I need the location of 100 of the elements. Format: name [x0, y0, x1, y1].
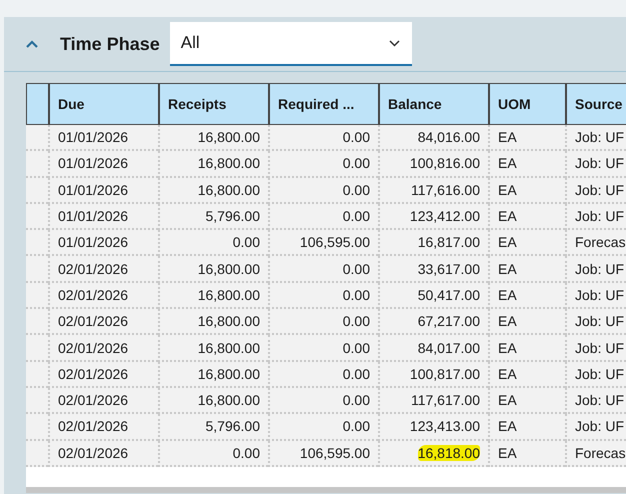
row-selector[interactable]: [26, 414, 48, 441]
table-cell: 16,800.00: [158, 388, 268, 414]
table-cell: 67,217.00: [378, 309, 488, 336]
table-cell: Job: UF: [565, 204, 626, 230]
table-cell: EA: [488, 362, 565, 388]
column-header[interactable]: UOM: [488, 83, 565, 125]
table-cell: 01/01/2026: [48, 230, 158, 256]
row-selector[interactable]: [26, 309, 48, 336]
table-cell: Job: UF: [565, 256, 626, 283]
table-cell: 01/01/2026: [48, 125, 158, 152]
table-cell: 16,800.00: [158, 362, 268, 388]
table-cell: Job: UF: [565, 388, 626, 414]
table-cell: 0.00: [268, 151, 378, 178]
table-cell: 02/01/2026: [48, 335, 158, 362]
table-cell: 16,800.00: [158, 151, 268, 178]
column-header[interactable]: Balance: [378, 83, 488, 125]
column-header[interactable]: Due: [48, 83, 158, 125]
table-cell: 0.00: [268, 178, 378, 204]
section-title: Time Phase: [60, 34, 160, 54]
row-selector[interactable]: [26, 440, 48, 467]
table-cell: 02/01/2026: [48, 440, 158, 467]
table-cell: 02/01/2026: [48, 256, 158, 283]
table-cell: 01/01/2026: [48, 151, 158, 178]
table-cell: 0.00: [268, 125, 378, 152]
column-header[interactable]: Source: [565, 83, 626, 125]
table-cell: 0.00: [158, 230, 268, 256]
row-selector[interactable]: [26, 204, 48, 230]
table-cell: 33,617.00: [378, 256, 488, 283]
table-cell: EA: [488, 414, 565, 441]
table-cell: 0.00: [268, 335, 378, 362]
table-cell: 100,816.00: [378, 151, 488, 178]
table-cell: 84,016.00: [378, 125, 488, 152]
row-selector[interactable]: [26, 151, 48, 178]
table-cell: 0.00: [268, 204, 378, 230]
column-header[interactable]: Receipts: [158, 83, 268, 125]
table-cell: 5,796.00: [158, 414, 268, 441]
column-header: [26, 83, 48, 125]
table-cell: 16,817.00: [378, 230, 488, 256]
table-cell: Job: UF: [565, 178, 626, 204]
table-cell: 0.00: [268, 309, 378, 336]
table-cell: 5,796.00: [158, 204, 268, 230]
row-selector[interactable]: [26, 388, 48, 414]
row-selector[interactable]: [26, 282, 48, 310]
table-cell: 100,817.00: [378, 362, 488, 388]
table-cell: 0.00: [268, 362, 378, 388]
table-cell: 16,818.00: [378, 440, 488, 467]
table-cell: Job: UF: [565, 309, 626, 336]
table-cell: Forecas: [565, 440, 626, 467]
table-cell: 0.00: [268, 256, 378, 283]
table-cell: Job: UF: [565, 125, 626, 152]
table-cell: 0.00: [268, 414, 378, 441]
table-cell: EA: [488, 230, 565, 256]
table-cell: 16,800.00: [158, 178, 268, 204]
table-cell: 01/01/2026: [48, 178, 158, 204]
table-cell: 02/01/2026: [48, 309, 158, 336]
chevron-down-icon: [388, 40, 400, 46]
row-selector[interactable]: [26, 178, 48, 204]
table-cell: EA: [488, 256, 565, 283]
table-cell: EA: [488, 204, 565, 230]
table-cell: Job: UF: [565, 414, 626, 441]
table-cell: 02/01/2026: [48, 282, 158, 310]
column-header[interactable]: Required ...: [268, 83, 378, 125]
table-cell: 16,800.00: [158, 309, 268, 336]
table-cell: 01/01/2026: [48, 204, 158, 230]
table-cell: Job: UF: [565, 362, 626, 388]
table-cell: 123,412.00: [378, 204, 488, 230]
table-cell: EA: [488, 178, 565, 204]
table-cell: Job: UF: [565, 151, 626, 178]
table-cell: EA: [488, 125, 565, 152]
table-cell: EA: [488, 309, 565, 336]
table-cell: 117,616.00: [378, 178, 488, 204]
table-cell: EA: [488, 388, 565, 414]
table-cell: EA: [488, 282, 565, 310]
table-cell: 0.00: [268, 388, 378, 414]
row-selector[interactable]: [26, 256, 48, 283]
table-cell: 123,413.00: [378, 414, 488, 441]
table-cell: Job: UF: [565, 335, 626, 362]
row-selector[interactable]: [26, 362, 48, 388]
table-cell: EA: [488, 440, 565, 467]
row-selector[interactable]: [26, 335, 48, 362]
time-phase-select[interactable]: All: [170, 22, 412, 66]
table-cell: 0.00: [158, 440, 268, 467]
table-cell: 16,800.00: [158, 256, 268, 283]
table-cell: 106,595.00: [268, 230, 378, 256]
table-cell: 106,595.00: [268, 440, 378, 467]
table-cell: 50,417.00: [378, 282, 488, 310]
row-selector[interactable]: [26, 125, 48, 152]
table-cell: 117,617.00: [378, 388, 488, 414]
table-cell: 16,800.00: [158, 335, 268, 362]
table-cell: EA: [488, 335, 565, 362]
table-cell: 84,017.00: [378, 335, 488, 362]
table-cell: EA: [488, 151, 565, 178]
table-cell: 16,800.00: [158, 125, 268, 152]
chevron-up-icon: [25, 40, 39, 48]
table-cell: 02/01/2026: [48, 414, 158, 441]
table-cell: Forecas: [565, 230, 626, 256]
table-cell: 02/01/2026: [48, 388, 158, 414]
table-cell: 0.00: [268, 282, 378, 310]
table-cell: 02/01/2026: [48, 362, 158, 388]
row-selector[interactable]: [26, 230, 48, 256]
